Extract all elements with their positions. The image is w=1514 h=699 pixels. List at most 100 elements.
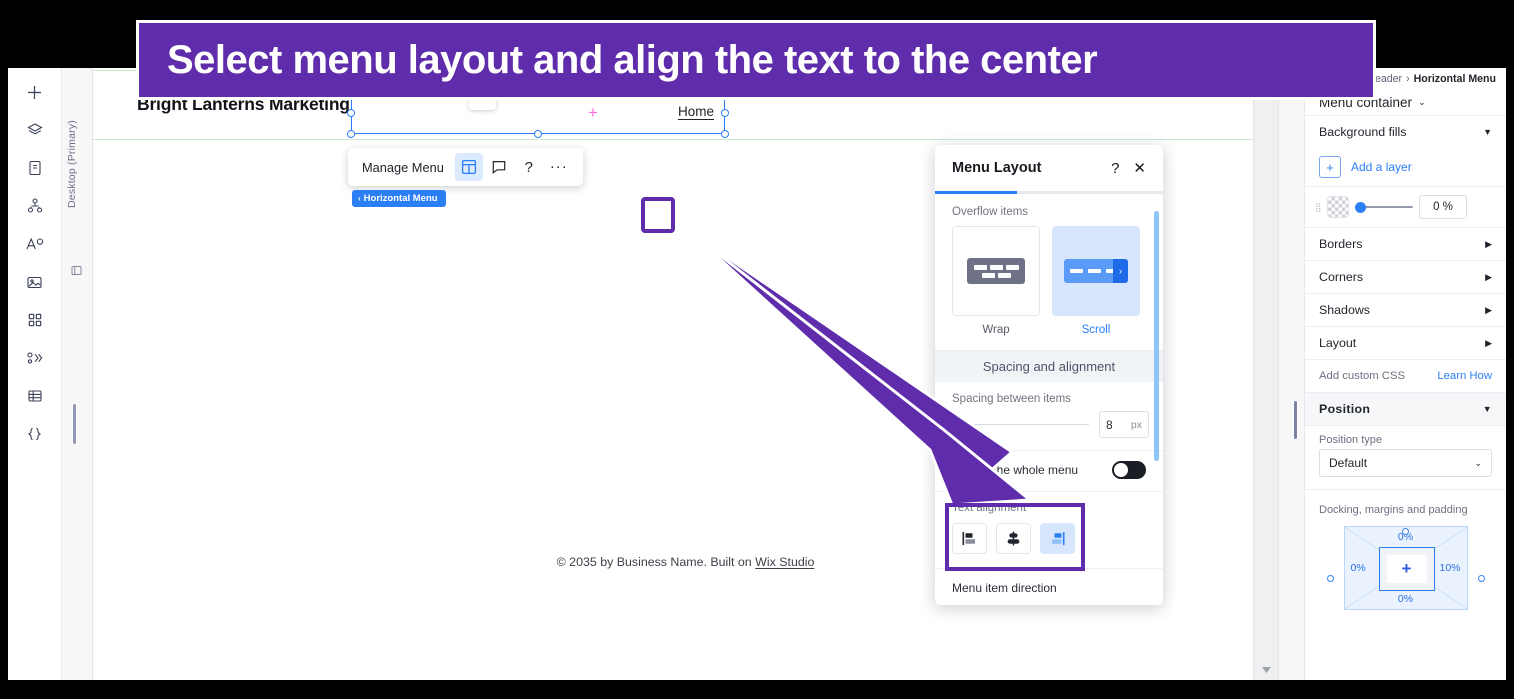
- dock-dot-left[interactable]: [1327, 575, 1334, 582]
- add-custom-css-label[interactable]: Add custom CSS: [1319, 370, 1405, 382]
- opacity-value[interactable]: 0 %: [1419, 195, 1467, 219]
- align-right-icon[interactable]: [1040, 523, 1075, 554]
- wix-studio-link[interactable]: Wix Studio: [755, 555, 814, 569]
- item-fill-toggle-row: Item fill the whole menu: [935, 450, 1163, 491]
- apps-icon[interactable]: [15, 304, 55, 336]
- add-menu-item-icon[interactable]: +: [588, 104, 598, 121]
- spacing-value: 8: [1106, 417, 1113, 432]
- corners-label: Corners: [1319, 270, 1364, 284]
- padding-bottom-value[interactable]: 0%: [1398, 593, 1413, 605]
- element-tag-badge[interactable]: ‹ Horizontal Menu: [352, 190, 446, 207]
- pages-icon[interactable]: [15, 152, 55, 184]
- chevron-right-icon[interactable]: ▶: [1485, 239, 1492, 250]
- menu-item-direction-label: Menu item direction: [935, 568, 1163, 605]
- shadows-label: Shadows: [1319, 303, 1370, 317]
- resize-handle-bottom-center[interactable]: [534, 130, 542, 138]
- section-corners[interactable]: Corners ▶: [1305, 261, 1506, 293]
- site-structure-icon[interactable]: [15, 190, 55, 222]
- manage-menu-button[interactable]: Manage Menu: [362, 160, 453, 175]
- section-shadows[interactable]: Shadows ▶: [1305, 294, 1506, 326]
- inspector-panel: Header › Horizontal Menu Menu container …: [1304, 68, 1506, 680]
- help-icon[interactable]: ?: [1111, 160, 1119, 177]
- slider-knob[interactable]: [952, 419, 963, 431]
- padding-left-value[interactable]: 0%: [1351, 562, 1366, 574]
- align-left-icon[interactable]: [952, 523, 987, 554]
- resize-handle-middle-left[interactable]: [347, 109, 355, 117]
- resize-handle-bottom-left[interactable]: [347, 130, 355, 138]
- position-type-label: Position type: [1319, 434, 1382, 446]
- canvas-right-resize-handle[interactable]: [1293, 400, 1298, 440]
- chevron-right-icon[interactable]: ▶: [1485, 338, 1492, 349]
- menu-layout-title: Menu Layout: [952, 160, 1042, 176]
- add-a-layer-link[interactable]: Add a layer: [1351, 160, 1412, 174]
- spacing-unit: px: [1130, 418, 1142, 431]
- chevron-down-icon[interactable]: ▼: [1483, 127, 1492, 137]
- scroll-glyph-icon: ›: [1064, 259, 1128, 283]
- dock-dot-top[interactable]: [1402, 528, 1409, 535]
- transparency-swatch[interactable]: [1327, 196, 1349, 218]
- add-icon[interactable]: [15, 76, 55, 108]
- canvas-scrollbar[interactable]: [1253, 68, 1278, 680]
- spacing-alignment-section-title: Spacing and alignment: [935, 350, 1163, 382]
- section-background-fills[interactable]: Background fills ▼: [1305, 116, 1506, 148]
- spacing-between-items-label: Spacing between items: [952, 393, 1071, 405]
- plus-icon: +: [1386, 555, 1427, 583]
- interactions-icon[interactable]: [15, 342, 55, 374]
- chevron-right-icon[interactable]: ▶: [1485, 272, 1492, 283]
- overflow-option-scroll[interactable]: › Scroll: [1052, 226, 1140, 336]
- text-icon[interactable]: [15, 228, 55, 260]
- canvas-left-resize-handle[interactable]: [72, 403, 77, 445]
- overflow-option-wrap[interactable]: Wrap: [952, 226, 1040, 336]
- chevron-right-icon[interactable]: ▶: [1485, 305, 1492, 316]
- align-center-icon[interactable]: [996, 523, 1031, 554]
- chevron-right-icon: ›: [1113, 259, 1128, 283]
- media-icon[interactable]: [15, 266, 55, 298]
- instruction-text: Select menu layout and align the text to…: [167, 37, 1098, 82]
- close-icon[interactable]: ✕: [1133, 161, 1146, 176]
- overflow-items-label: Overflow items: [952, 206, 1029, 218]
- item-fill-label: Item fill the whole menu: [952, 463, 1079, 477]
- docking-diagram[interactable]: 0% 0% 0% 10% +: [1343, 526, 1468, 610]
- dev-mode-icon[interactable]: [15, 418, 55, 450]
- cms-icon[interactable]: [15, 380, 55, 412]
- resize-handle-bottom-right[interactable]: [721, 130, 729, 138]
- dock-center-box[interactable]: +: [1378, 547, 1435, 591]
- footer-prefix: © 2035 by Business Name. Built on: [556, 555, 756, 569]
- layers-icon[interactable]: [15, 114, 55, 146]
- position-label: Position: [1319, 402, 1371, 416]
- section-layout[interactable]: Layout ▶: [1305, 327, 1506, 359]
- slider-knob[interactable]: [1355, 202, 1366, 213]
- spacing-slider[interactable]: [952, 418, 1089, 432]
- menu-item-home[interactable]: Home: [678, 104, 714, 119]
- opacity-slider[interactable]: [1355, 200, 1413, 214]
- resize-handle-middle-right[interactable]: [721, 109, 729, 117]
- padding-right-value[interactable]: 10%: [1439, 562, 1460, 574]
- section-borders[interactable]: Borders ▶: [1305, 228, 1506, 260]
- chevron-down-icon[interactable]: ▼: [1483, 404, 1492, 414]
- more-icon[interactable]: ···: [545, 153, 573, 181]
- menu-layout-panel: Menu Layout ? ✕ Overflow items Wrap › Sc…: [935, 145, 1163, 605]
- wix-studio-editor: Desktop (Primary) Bright Lanterns Market…: [8, 68, 1506, 680]
- item-fill-toggle[interactable]: [1112, 461, 1146, 479]
- panel-scrollbar[interactable]: [1154, 211, 1159, 461]
- borders-label: Borders: [1319, 237, 1363, 251]
- dock-dot-right[interactable]: [1478, 575, 1485, 582]
- learn-how-link[interactable]: Learn How: [1437, 370, 1492, 382]
- comment-icon[interactable]: [485, 153, 513, 181]
- layout-icon[interactable]: [454, 153, 483, 181]
- scroll-down-icon[interactable]: [1254, 661, 1278, 677]
- position-type-select[interactable]: Default ⌄: [1319, 449, 1492, 477]
- tag-label: Horizontal Menu: [363, 193, 438, 204]
- spacing-control-row: 8 px: [935, 405, 1163, 450]
- help-icon[interactable]: ?: [515, 153, 543, 181]
- breadcrumb-current[interactable]: Horizontal Menu: [1414, 73, 1496, 85]
- opacity-row: ⣿ 0 %: [1305, 187, 1506, 227]
- instruction-banner: Select menu layout and align the text to…: [136, 20, 1376, 100]
- scroll-preview: ›: [1052, 226, 1140, 316]
- drag-grip-icon[interactable]: ⣿: [1315, 203, 1322, 212]
- spacing-value-input[interactable]: 8 px: [1099, 411, 1149, 438]
- add-layer-plus-icon[interactable]: +: [1319, 156, 1341, 178]
- overflow-options: Wrap › Scroll: [935, 224, 1163, 336]
- chevron-down-icon[interactable]: ⌄: [1418, 97, 1426, 108]
- section-position[interactable]: Position ▼: [1305, 393, 1506, 425]
